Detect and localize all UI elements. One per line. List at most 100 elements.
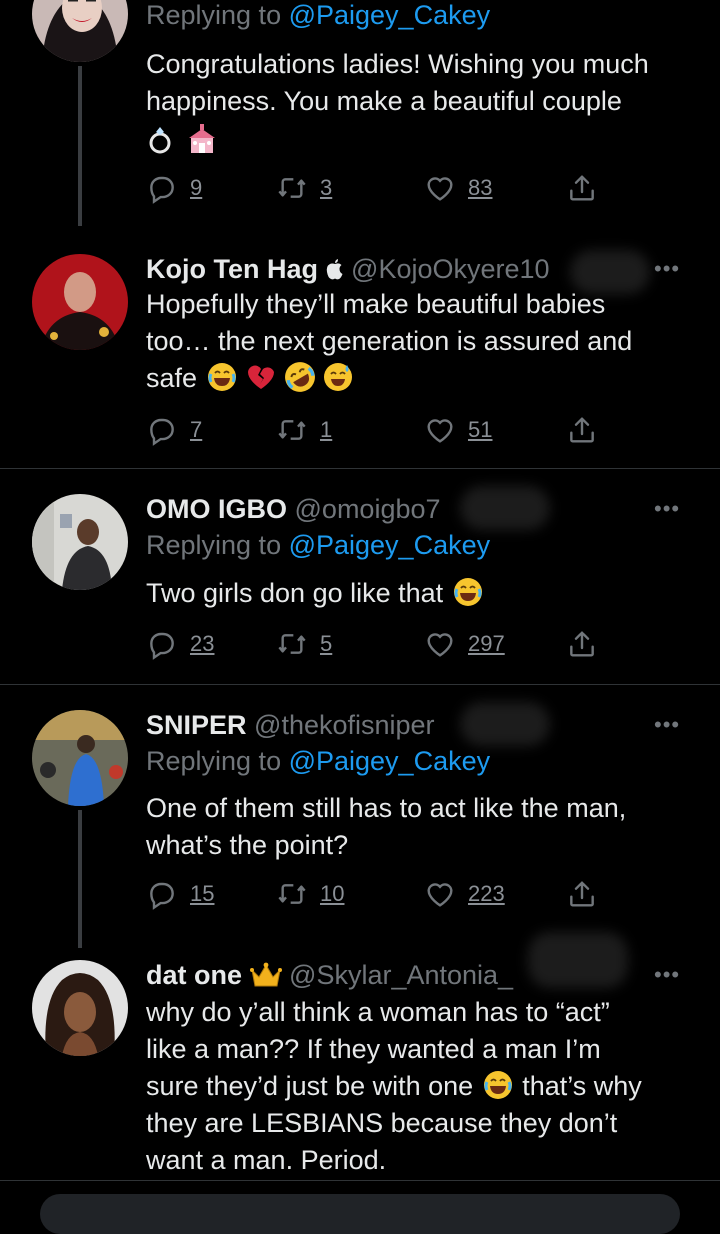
display-name[interactable]: OMO IGBO [146,494,287,524]
retweet-button[interactable]: 1 [276,412,332,448]
mention-link[interactable]: @Paigey_Cakey [289,746,491,776]
tweet-text-line: sure they’d just be with one that’s why [146,1068,706,1105]
retweet-button[interactable]: 10 [276,876,344,912]
share-button[interactable] [566,626,598,662]
share-button[interactable] [566,412,598,448]
tweet-text: Two girls don go like that [146,575,706,612]
tears-of-joy-icon [453,577,483,607]
retweet-button[interactable]: 5 [276,626,332,662]
avatar[interactable] [32,960,128,1056]
reply-count: 9 [190,175,203,200]
reply-count: 23 [190,631,215,656]
thread-line [78,66,82,226]
tweet-actions: 7 1 51 [146,412,606,448]
tweet-text-line: safe [146,360,706,397]
handle[interactable]: @Skylar_Antonia_ [289,960,513,990]
divider [0,1180,720,1181]
redaction-blur [460,702,550,746]
ring-icon [149,127,171,154]
avatar[interactable] [32,494,128,590]
mention-link[interactable]: @Paigey_Cakey [289,530,491,560]
divider [0,468,720,469]
more-options-button[interactable]: ••• [654,962,680,988]
like-button[interactable]: 83 [424,170,492,206]
redaction-blur [460,486,550,530]
tweet-text: One of them still has to act like the ma… [146,790,706,864]
tears-of-joy-icon [207,362,237,392]
reply-icon [146,878,178,910]
divider [0,684,720,685]
display-name[interactable]: SNIPER [146,710,247,740]
like-count: 83 [468,175,493,200]
tweet-text-content: Two girls don go like that [146,578,444,608]
share-button[interactable] [566,170,598,206]
retweet-icon [276,172,308,204]
like-count: 223 [468,881,505,906]
handle[interactable]: @thekofisniper [254,710,435,740]
retweet-button[interactable]: 3 [276,170,332,206]
retweet-count: 1 [320,417,333,442]
tweet-text-content: safe [146,363,198,393]
tweet-text-line: too… the next generation is assured and [146,326,633,356]
reply-composer-bar[interactable] [40,1194,680,1234]
reply-button[interactable]: 7 [146,412,202,448]
display-name[interactable]: Kojo Ten Hag [146,254,318,284]
broken-heart-icon [248,365,275,389]
tweet-actions: 9 3 83 [146,170,606,206]
redaction-blur [528,932,628,988]
crown-icon [249,962,282,987]
wedding-chapel-icon [188,124,215,153]
more-options-button[interactable]: ••• [654,712,680,738]
tweet-actions: 23 5 297 [146,626,606,662]
tweet-header: SNIPER @thekofisniper [146,710,435,741]
tweet-text-content: Congratulations ladies! Wishing you much… [146,49,649,116]
reply-button[interactable]: 9 [146,170,202,206]
share-icon [566,172,598,204]
like-button[interactable]: 297 [424,626,505,662]
more-options-button[interactable]: ••• [654,256,680,282]
replying-to: Replying to @Paigey_Cakey [146,746,490,777]
handle[interactable]: @KojoOkyere10 [351,254,550,284]
like-button[interactable]: 223 [424,876,505,912]
tweet-text-line: Hopefully they’ll make beautiful babies [146,289,606,319]
heart-icon [424,414,456,446]
retweet-count: 10 [320,881,345,906]
tweet-text-content: sure they’d just be with one [146,1071,474,1101]
tweet-text-line: what’s the point? [146,830,349,860]
avatar[interactable] [32,710,128,806]
share-icon [566,414,598,446]
heart-icon [424,878,456,910]
retweet-icon [276,414,308,446]
display-name[interactable]: dat one [146,960,242,990]
tweet-header: OMO IGBO @omoigbo7 [146,494,441,525]
avatar[interactable] [32,254,128,350]
tweet-text: Hopefully they’ll make beautiful babies … [146,286,706,397]
reply-count: 15 [190,881,215,906]
avatar[interactable] [32,0,128,62]
reply-icon [146,628,178,660]
tweet-text-line: like a man?? If they wanted a man I’m [146,1034,601,1064]
reply-icon [146,172,178,204]
handle[interactable]: @omoigbo7 [295,494,441,524]
replying-prefix: Replying to [146,746,289,776]
reply-button[interactable]: 23 [146,626,214,662]
tweet-text-line: why do y’all think a woman has to “act” [146,997,610,1027]
tweet-text: why do y’all think a woman has to “act” … [146,994,706,1179]
retweet-icon [276,878,308,910]
share-icon [566,628,598,660]
like-count: 51 [468,417,493,442]
like-button[interactable]: 51 [424,412,492,448]
retweet-count: 5 [320,631,333,656]
like-count: 297 [468,631,505,656]
reply-button[interactable]: 15 [146,876,214,912]
tweet-text-content: that’s why [522,1071,642,1101]
mention-link[interactable]: @Paigey_Cakey [289,0,491,30]
replying-to: Replying to @Paigey_Cakey [146,0,490,31]
share-button[interactable] [566,876,598,912]
tweet-text-line: One of them still has to act like the ma… [146,793,627,823]
replying-to: Replying to @Paigey_Cakey [146,530,490,561]
more-options-button[interactable]: ••• [654,496,680,522]
retweet-count: 3 [320,175,333,200]
rofl-icon [278,355,322,399]
retweet-icon [276,628,308,660]
